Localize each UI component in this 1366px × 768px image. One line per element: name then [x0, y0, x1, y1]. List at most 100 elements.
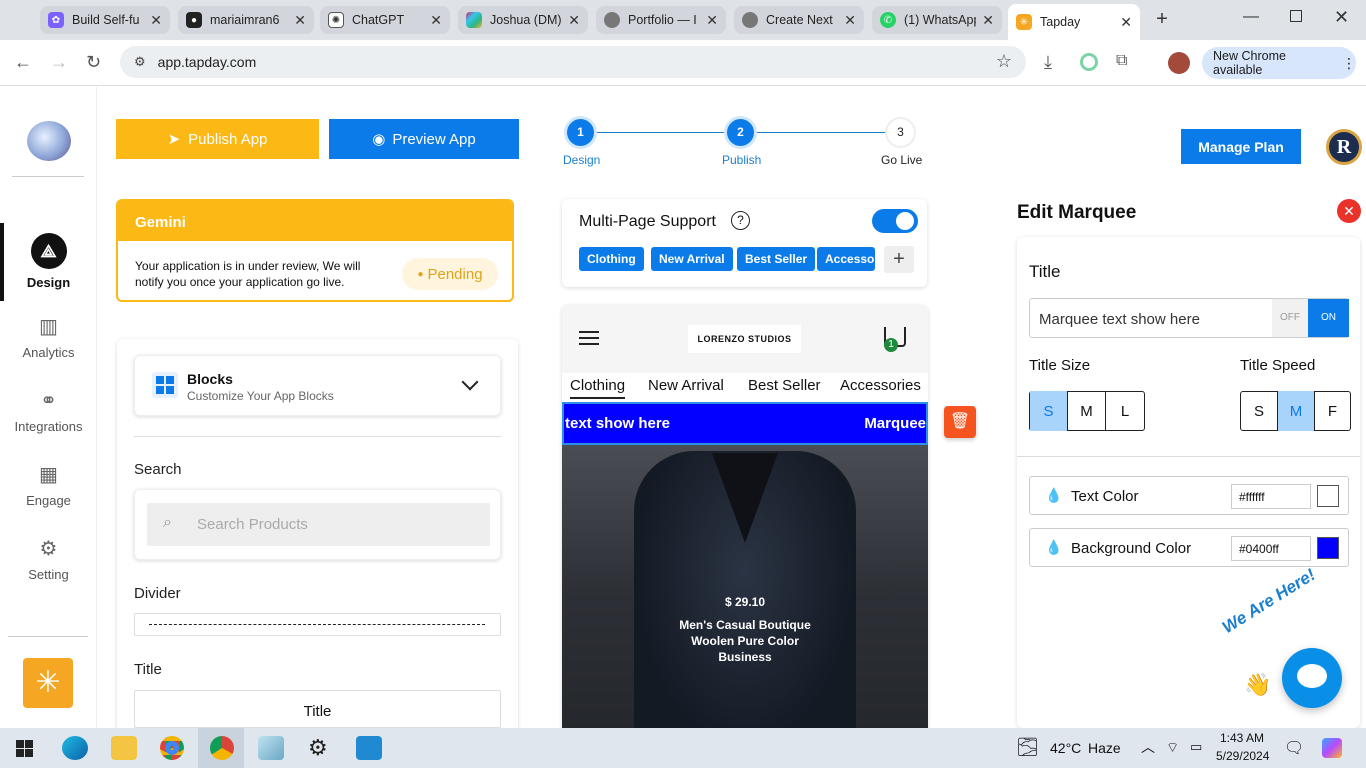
- size-l-button[interactable]: L: [1106, 391, 1144, 431]
- more-vertical-icon[interactable]: ⋮: [1342, 55, 1356, 72]
- nav-item-engage[interactable]: ▦ Engage: [0, 463, 97, 508]
- product-image[interactable]: $ 29.10 Men's Casual Boutique Woolen Pur…: [562, 445, 928, 728]
- weather-temp[interactable]: 42°C: [1050, 740, 1081, 756]
- extension-icon[interactable]: [1080, 53, 1098, 71]
- forward-arrow-icon[interactable]: →: [50, 52, 68, 73]
- size-m-button[interactable]: M: [1068, 391, 1106, 431]
- speed-f-button[interactable]: F: [1315, 391, 1350, 431]
- add-page-plus-icon[interactable]: +: [884, 246, 914, 273]
- copilot-icon[interactable]: [1322, 738, 1342, 758]
- step-3-circle[interactable]: 3: [887, 119, 914, 146]
- browser-tab-active[interactable]: ✳ Tapday ✕: [1008, 4, 1140, 40]
- profile-avatar[interactable]: [1168, 52, 1190, 74]
- taskbar-active-app[interactable]: [198, 728, 244, 768]
- page-chip-accessories[interactable]: Accessor: [817, 247, 875, 271]
- maximize-icon[interactable]: [1290, 10, 1302, 22]
- close-icon[interactable]: ✕: [568, 12, 580, 29]
- text-color-swatch[interactable]: [1317, 485, 1339, 507]
- download-icon[interactable]: ⤓: [1044, 52, 1052, 73]
- file-explorer-icon[interactable]: [111, 736, 137, 760]
- multipage-toggle[interactable]: [872, 209, 918, 233]
- browser-tab[interactable]: Portfolio — I ✕: [596, 6, 726, 34]
- notification-icon[interactable]: 🗨: [1284, 738, 1304, 758]
- page-chip-clothing[interactable]: Clothing: [579, 247, 644, 271]
- url-field[interactable]: ⚙ app.tapday.com ☆: [120, 46, 1026, 78]
- nav-item-setting[interactable]: ⚙ Setting: [0, 537, 97, 582]
- reload-icon[interactable]: ↻: [86, 52, 101, 73]
- back-arrow-icon[interactable]: ←: [14, 52, 32, 73]
- new-chrome-button[interactable]: New Chrome available ⋮: [1202, 47, 1356, 79]
- new-tab-plus-icon[interactable]: +: [1150, 8, 1174, 32]
- marquee-block[interactable]: text show here Marquee: [562, 402, 928, 445]
- preview-nav-best-seller[interactable]: Best Seller: [748, 377, 821, 394]
- publish-app-button[interactable]: ➤ Publish App: [116, 119, 319, 159]
- windows-start-icon[interactable]: [16, 740, 33, 757]
- browser-tab[interactable]: ✺ ChatGPT ✕: [320, 6, 450, 34]
- preview-app-button[interactable]: ◉ Preview App: [329, 119, 519, 159]
- tapday-logo-icon[interactable]: ✳: [23, 658, 73, 708]
- text-color-input[interactable]: #ffffff: [1231, 484, 1311, 509]
- preview-nav-accessories[interactable]: Accessories: [840, 377, 921, 394]
- nav-item-analytics[interactable]: ▥ Analytics: [0, 315, 97, 360]
- minimize-icon[interactable]: —: [1243, 8, 1259, 26]
- edge-icon[interactable]: [62, 736, 88, 760]
- page-chip-new-arrival[interactable]: New Arrival: [651, 247, 733, 271]
- title-input[interactable]: Marquee text show here: [1039, 311, 1200, 328]
- close-icon[interactable]: ✕: [706, 12, 718, 29]
- chevron-up-icon[interactable]: ︿: [1141, 737, 1155, 757]
- close-icon[interactable]: ✕: [294, 12, 306, 29]
- browser-tab[interactable]: ● mariaimran6 ✕: [178, 6, 314, 34]
- manage-plan-button[interactable]: Manage Plan: [1181, 129, 1301, 164]
- nav-item-integrations[interactable]: ⚭ Integrations: [0, 389, 97, 434]
- close-icon[interactable]: ✕: [844, 12, 856, 29]
- app-preview: LORENZO STUDIOS 1 Clothing New Arrival B…: [562, 305, 928, 728]
- app-icon[interactable]: [258, 736, 284, 760]
- clock-date[interactable]: 5/29/2024: [1216, 749, 1269, 763]
- page-chip-best-seller[interactable]: Best Seller: [737, 247, 816, 271]
- close-icon[interactable]: ✕: [1120, 14, 1132, 31]
- wifi-icon[interactable]: ⌔: [1166, 739, 1179, 757]
- size-s-button[interactable]: S: [1030, 391, 1068, 431]
- search-input[interactable]: ⌕ Search Products: [147, 503, 490, 546]
- nav-item-design[interactable]: ⟁ Design: [0, 233, 97, 290]
- menu-hamburger-icon[interactable]: [579, 331, 599, 345]
- window-close-icon[interactable]: ✕: [1334, 7, 1349, 28]
- browser-tab[interactable]: ✆ (1) WhatsApp ✕: [872, 6, 1002, 34]
- battery-icon[interactable]: ▭: [1190, 739, 1202, 755]
- close-panel-icon[interactable]: ✕: [1337, 199, 1361, 223]
- extensions-puzzle-icon[interactable]: ⧉: [1116, 52, 1127, 70]
- chat-launcher-button[interactable]: [1282, 648, 1342, 708]
- title-off-toggle[interactable]: OFF: [1272, 299, 1308, 337]
- close-icon[interactable]: ✕: [430, 12, 442, 29]
- delete-trash-icon[interactable]: 🗑: [944, 406, 976, 438]
- user-avatar[interactable]: R: [1326, 129, 1362, 165]
- chrome-icon[interactable]: [160, 736, 184, 760]
- divider-block-preview[interactable]: [134, 613, 501, 636]
- settings-gear-icon[interactable]: ⚙: [308, 735, 328, 761]
- step-2-circle[interactable]: 2: [727, 119, 754, 146]
- speed-s-button[interactable]: S: [1241, 391, 1278, 431]
- bookmark-star-icon[interactable]: ☆: [996, 51, 1012, 72]
- search-block-preview[interactable]: ⌕ Search Products: [134, 489, 501, 560]
- speed-m-button[interactable]: M: [1278, 391, 1315, 431]
- title-block-preview[interactable]: Title: [134, 690, 501, 728]
- clock-time[interactable]: 1:43 AM: [1220, 731, 1264, 745]
- preview-nav-new-arrival[interactable]: New Arrival: [648, 377, 724, 394]
- preview-nav-clothing[interactable]: Clothing: [570, 377, 626, 399]
- browser-tab[interactable]: Create Next ✕: [734, 6, 864, 34]
- blocks-dropdown[interactable]: Blocks Customize Your App Blocks: [134, 355, 501, 416]
- title-on-toggle[interactable]: ON: [1308, 299, 1349, 337]
- bg-color-input[interactable]: #0400ff: [1231, 536, 1311, 561]
- vscode-icon[interactable]: [356, 736, 382, 760]
- close-icon[interactable]: ✕: [982, 12, 994, 29]
- close-icon[interactable]: ✕: [150, 12, 162, 29]
- chevron-down-icon[interactable]: [461, 373, 479, 391]
- bg-color-swatch[interactable]: [1317, 537, 1339, 559]
- help-icon[interactable]: ?: [731, 211, 750, 230]
- site-settings-icon[interactable]: ⚙: [134, 54, 146, 70]
- step-1-circle[interactable]: 1: [567, 119, 594, 146]
- weather-desc[interactable]: Haze: [1088, 740, 1121, 756]
- browser-tab[interactable]: ✿ Build Self-fu ✕: [40, 6, 170, 34]
- browser-tab[interactable]: Joshua (DM) ✕: [458, 6, 588, 34]
- divider: [1017, 456, 1360, 457]
